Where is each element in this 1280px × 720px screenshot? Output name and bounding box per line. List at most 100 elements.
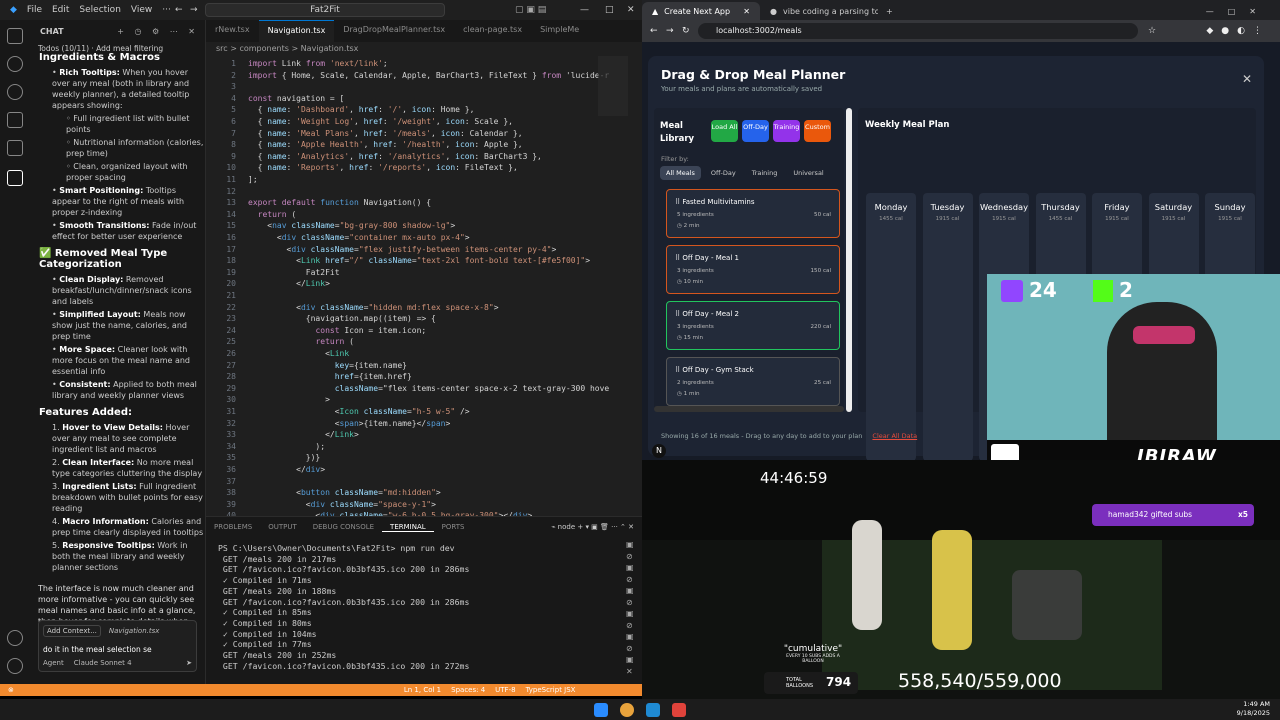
code-line[interactable]: 32 <span>{item.name}</span> [206, 418, 450, 430]
minimize-icon[interactable]: — [580, 5, 589, 15]
forward-arrow-icon[interactable]: → [190, 5, 198, 15]
code-line[interactable]: 31 <Icon className="h-5 w-5" /> [206, 406, 469, 418]
command-center-search[interactable]: Fat2Fit [205, 3, 445, 17]
code-line[interactable]: 25 return ( [206, 336, 354, 348]
code-line[interactable]: 22 <div className="hidden md:flex space-… [206, 302, 498, 314]
terminal-output[interactable]: PS C:\Users\Owner\Documents\Fat2Fit> npm… [206, 537, 642, 671]
close-icon[interactable]: ✕ [627, 5, 635, 15]
editor-tab[interactable]: rNew.tsx [206, 20, 259, 42]
code-line[interactable]: 33 </Link> [206, 429, 358, 441]
menu-view[interactable]: View [131, 5, 152, 15]
code-line[interactable]: 2 import { Home, Scale, Calendar, Apple, … [206, 70, 609, 82]
code-line[interactable]: 37 [206, 476, 248, 488]
menu-file[interactable]: File [27, 5, 42, 15]
code-line[interactable]: 4 const navigation = [ [206, 93, 344, 105]
back-arrow-icon[interactable]: ← [175, 5, 183, 15]
run-debug-icon[interactable] [7, 112, 23, 128]
filter-tab[interactable]: Universal [787, 166, 829, 180]
quick-load-button[interactable]: Custom [804, 120, 831, 142]
code-line[interactable]: 39 <div className="space-y-1"> [206, 499, 436, 511]
editor-tab[interactable]: Navigation.tsx [258, 20, 335, 42]
send-icon[interactable]: ➤ [186, 659, 192, 667]
quick-load-button[interactable]: Training [773, 120, 800, 142]
terminal-actions[interactable]: ⌁ node + ▾ ▣ 🗑 ··· ⌃ ✕ [543, 523, 642, 531]
code-line[interactable]: 15 <nav className="bg-gray-800 shadow-lg… [206, 220, 455, 232]
chat-icon[interactable] [7, 170, 23, 186]
code-line[interactable]: 9 { name: 'Analytics', href: '/analytics… [206, 151, 542, 163]
bookmark-star-icon[interactable]: ☆ [1148, 26, 1156, 36]
system-clock[interactable]: 1:49 AM 9/18/2025 [1237, 700, 1270, 718]
terminal-tab[interactable]: DEBUG CONSOLE [305, 523, 382, 531]
add-context-button[interactable]: Add Context... [43, 625, 101, 637]
status-position[interactable]: Ln 1, Col 1 [404, 686, 441, 694]
new-tab-icon[interactable]: + [878, 7, 901, 20]
source-control-icon[interactable] [7, 84, 23, 100]
code-line[interactable]: 35 })} [206, 452, 320, 464]
menu-selection[interactable]: Selection [79, 5, 120, 15]
back-icon[interactable]: ← [650, 26, 658, 36]
browser-tab-active[interactable]: ▲ Create Next App ✕ [642, 2, 760, 20]
clear-all-data-link[interactable]: Clear All Data [872, 432, 917, 440]
code-line[interactable]: 34 ); [206, 441, 325, 453]
code-line[interactable]: 18 <Link href="/" className="text-2xl fo… [206, 255, 590, 267]
status-spaces[interactable]: Spaces: 4 [451, 686, 485, 694]
window-controls-icon[interactable]: —□✕ [1196, 7, 1280, 20]
minimap[interactable] [598, 56, 628, 116]
terminal-tab[interactable]: OUTPUT [260, 523, 305, 531]
browser-tab[interactable]: ●vibe coding a parsing tool - Go✕ [760, 2, 878, 20]
chat-input-box[interactable]: Add Context... Navigation.tsx do it in t… [38, 620, 197, 672]
tab-close-icon[interactable]: ✕ [743, 7, 750, 16]
forward-icon[interactable]: → [666, 26, 674, 36]
mode-select[interactable]: Agent [43, 659, 64, 667]
brave-icon[interactable] [672, 702, 686, 717]
code-line[interactable]: 23 {navigation.map((item) => { [206, 313, 435, 325]
library-scrollbar[interactable] [654, 406, 844, 412]
reload-icon[interactable]: ↻ [682, 26, 690, 36]
code-line[interactable]: 28 href={item.href} [206, 371, 411, 383]
settings-gear-icon[interactable] [7, 658, 23, 674]
code-line[interactable]: 36 </div> [206, 464, 325, 476]
code-line[interactable]: 8 { name: 'Apple Health', href: '/health… [206, 139, 522, 151]
code-line[interactable]: 30 > [206, 394, 330, 406]
code-line[interactable]: 12 [206, 186, 248, 198]
modal-close-icon[interactable]: ✕ [1242, 72, 1252, 86]
vscode-taskbar-icon[interactable] [646, 702, 660, 717]
meal-card[interactable]: ⠿ Off Day - Meal 2 3 ingredients 220 cal ◷ … [666, 301, 840, 350]
quick-load-button[interactable]: Load All [711, 120, 738, 142]
code-line[interactable]: 17 <div className="flex justify-between … [206, 244, 556, 256]
extensions-icon[interactable] [7, 140, 23, 156]
status-language[interactable]: TypeScript JSX [526, 686, 576, 694]
code-line[interactable]: 10 { name: 'Reports', href: '/reports', … [206, 162, 517, 174]
code-line[interactable]: 5 { name: 'Dashboard', href: '/', icon: … [206, 104, 474, 116]
code-line[interactable]: 21 [206, 290, 248, 302]
code-line[interactable]: 13 export default function Navigation() { [206, 197, 431, 209]
vertical-scrollbar[interactable] [846, 108, 852, 412]
terminal-side-icons[interactable]: ▣ ⊘ ▣ ⊘ ▣ ⊘ ▣ ⊘ ▣ ⊘ ▣ ✕ [626, 539, 636, 677]
next-dev-indicator-icon[interactable]: N [652, 444, 666, 458]
code-line[interactable]: 14 return ( [206, 209, 296, 221]
code-line[interactable]: 20 </Link> [206, 278, 330, 290]
code-line[interactable]: 26 <Link [206, 348, 349, 360]
quick-load-button[interactable]: Off-Day [742, 120, 769, 142]
filter-tab[interactable]: Off-Day [705, 166, 742, 180]
account-icon[interactable] [7, 630, 23, 646]
code-line[interactable]: 6 { name: 'Weight Log', href: '/weight',… [206, 116, 513, 128]
filter-tab[interactable]: All Meals [660, 166, 701, 180]
meal-card[interactable]: ⠿ Off Day - Meal 1 3 ingredients 150 cal ◷ … [666, 245, 840, 294]
editor-tab[interactable]: SimpleMe [531, 20, 588, 42]
model-select[interactable]: Claude Sonnet 4 [74, 659, 132, 667]
maximize-icon[interactable]: □ [605, 5, 614, 15]
code-line[interactable]: 27 key={item.name} [206, 360, 407, 372]
code-line[interactable]: 1 import Link from 'next/link'; [206, 58, 388, 70]
chat-actions-icon[interactable]: + ◷ ⚙ ⋯ ✕ [117, 27, 199, 36]
chat-input-field[interactable]: do it in the meal selection se [39, 637, 196, 654]
day-column[interactable]: Tuesday 1915 cal [922, 193, 973, 461]
context-file-chip[interactable]: Navigation.tsx [109, 625, 160, 637]
filter-tab[interactable]: Training [746, 166, 784, 180]
layout-toggles-icon[interactable]: ▢ ▣ ▤ [515, 5, 546, 15]
meal-card[interactable]: ⠿ Off Day - Gym Stack 2 ingredients 25 cal… [666, 357, 840, 406]
start-icon[interactable] [594, 702, 608, 717]
menu-edit[interactable]: Edit [52, 5, 69, 15]
search-icon[interactable] [7, 56, 23, 72]
meal-card[interactable]: ⠿ Fasted Multivitamins 5 ingredients 50 ca… [666, 189, 840, 238]
